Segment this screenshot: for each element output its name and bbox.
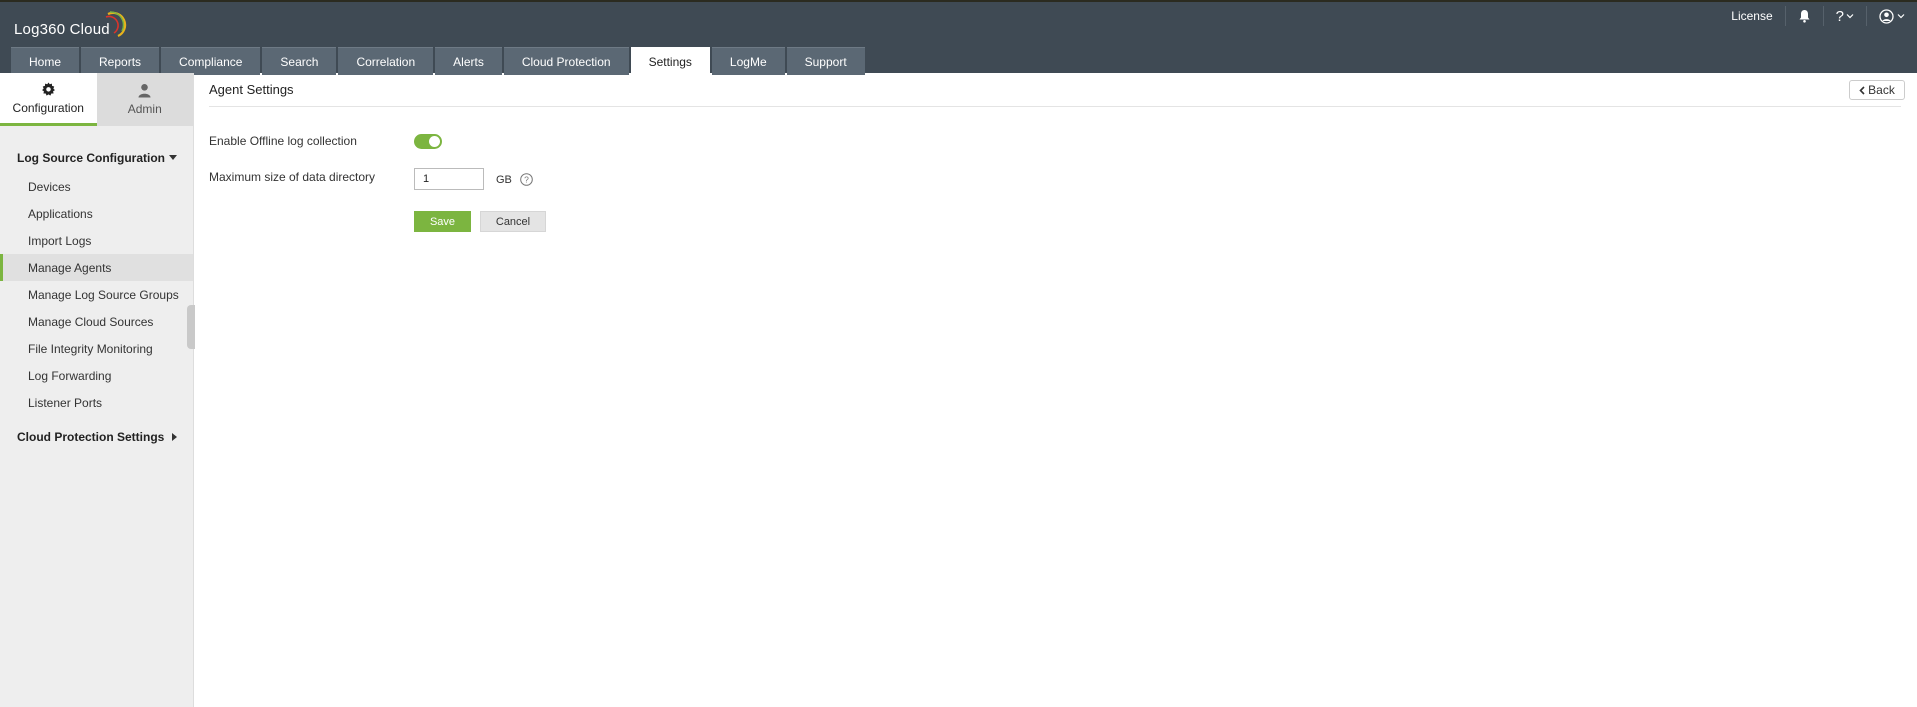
save-button[interactable]: Save: [414, 211, 471, 232]
offline-collection-toggle[interactable]: [414, 134, 442, 149]
size-unit-label: GB: [496, 174, 512, 186]
sidebar-item-devices[interactable]: Devices: [0, 173, 193, 200]
sidebar-tab-label: Admin: [127, 102, 162, 116]
sidebar-tabs: Configuration Admin: [0, 73, 193, 126]
bell-icon: [1799, 10, 1810, 23]
user-menu-button[interactable]: [1866, 6, 1917, 26]
sidebar-tab-configuration[interactable]: Configuration: [0, 73, 97, 126]
sidebar-tab-admin[interactable]: Admin: [96, 73, 193, 126]
svg-text:?: ?: [524, 175, 529, 185]
tab-compliance[interactable]: Compliance: [161, 47, 261, 75]
sidebar-item-applications[interactable]: Applications: [0, 200, 193, 227]
gear-icon: [41, 81, 55, 96]
chevron-down-icon: [1897, 14, 1905, 19]
sidebar: Configuration Admin Log Source Configura…: [0, 73, 195, 707]
sidebar-item-manage-cloud-sources[interactable]: Manage Cloud Sources: [0, 308, 193, 335]
section-cloud-protection-settings[interactable]: Cloud Protection Settings: [17, 429, 187, 445]
divider: [209, 106, 1901, 107]
sidebar-item-import-logs[interactable]: Import Logs: [0, 227, 193, 254]
tab-cloud-protection[interactable]: Cloud Protection: [503, 47, 629, 75]
caret-down-icon: [169, 155, 177, 160]
main-tabs: Home Reports Compliance Search Correlati…: [11, 47, 867, 75]
max-size-label: Maximum size of data directory: [209, 170, 376, 184]
back-label: Back: [1868, 83, 1895, 97]
tab-logme[interactable]: LogMe: [711, 47, 785, 75]
chevron-left-icon: [1859, 85, 1865, 95]
help-icon: ?: [1835, 7, 1844, 25]
user-icon: [1879, 8, 1894, 24]
logo-arc-icon: [105, 11, 127, 38]
tab-settings[interactable]: Settings: [630, 47, 710, 75]
sidebar-collapse-handle[interactable]: [187, 305, 195, 349]
toggle-knob: [429, 136, 440, 147]
user-icon: [138, 84, 151, 98]
tab-alerts[interactable]: Alerts: [435, 47, 502, 75]
section-label: Cloud Protection Settings: [17, 430, 165, 444]
section-log-source-configuration[interactable]: Log Source Configuration: [17, 150, 187, 166]
header-right-menu: License ?: [1719, 4, 1917, 28]
cancel-button[interactable]: Cancel: [480, 211, 546, 232]
tab-reports[interactable]: Reports: [81, 47, 160, 75]
question-circle-icon[interactable]: ?: [520, 173, 533, 186]
tab-support[interactable]: Support: [786, 47, 865, 75]
top-header: Log360 Cloud License ? Home Reports Comp…: [0, 0, 1917, 75]
sidebar-item-listener-ports[interactable]: Listener Ports: [0, 389, 193, 416]
sidebar-item-file-integrity-monitoring[interactable]: File Integrity Monitoring: [0, 335, 193, 362]
back-button[interactable]: Back: [1849, 80, 1905, 100]
section-label: Log Source Configuration: [17, 151, 165, 165]
help-menu-button[interactable]: ?: [1822, 6, 1866, 26]
chevron-down-icon: [1846, 14, 1854, 19]
sidebar-item-manage-log-source-groups[interactable]: Manage Log Source Groups: [0, 281, 193, 308]
sidebar-item-log-forwarding[interactable]: Log Forwarding: [0, 362, 193, 389]
offline-collection-label: Enable Offline log collection: [209, 134, 357, 148]
license-link[interactable]: License: [1719, 6, 1784, 26]
tab-home[interactable]: Home: [11, 47, 80, 75]
page-title: Agent Settings: [209, 82, 294, 97]
sidebar-item-manage-agents[interactable]: Manage Agents: [0, 254, 193, 281]
tab-correlation[interactable]: Correlation: [338, 47, 434, 75]
sidebar-tab-label: Configuration: [12, 100, 84, 115]
max-size-input[interactable]: [414, 168, 484, 190]
tab-search[interactable]: Search: [262, 47, 337, 75]
notifications-button[interactable]: [1784, 6, 1823, 26]
caret-right-icon: [172, 433, 177, 441]
app-logo[interactable]: Log360 Cloud: [14, 21, 110, 38]
